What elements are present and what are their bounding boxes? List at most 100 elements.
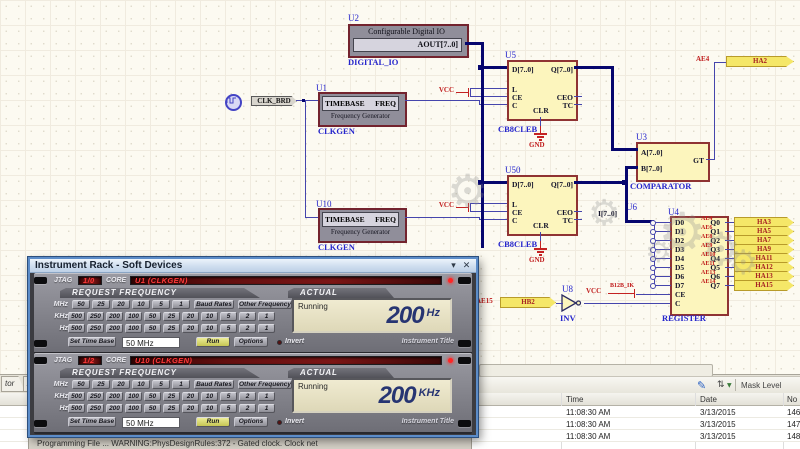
freq-button[interactable]: 25	[92, 380, 110, 389]
freq-button[interactable]: 1	[258, 324, 275, 333]
edit-pencil-icon[interactable]: ✎	[697, 379, 706, 392]
freq-button[interactable]: 50	[144, 392, 161, 401]
mask-level-label[interactable]: Mask Level	[741, 381, 781, 390]
invert-led[interactable]	[277, 420, 282, 425]
freq-button[interactable]: 50	[144, 324, 161, 333]
freq-button[interactable]: 20	[182, 324, 199, 333]
freq-button[interactable]: 5	[220, 404, 237, 413]
freq-button[interactable]: 20	[112, 300, 130, 309]
set-time-base-button[interactable]: Set Time Base	[68, 337, 116, 347]
vcc-label-u5: VCC	[428, 86, 454, 94]
freq-button[interactable]: 25	[92, 300, 110, 309]
freq-button[interactable]: 100	[125, 392, 142, 401]
freq-button[interactable]: 5	[152, 380, 170, 389]
window-titlebar[interactable]: Instrument Rack - Soft Devices	[30, 259, 476, 273]
freq-button[interactable]: 5	[220, 392, 237, 401]
freq-button[interactable]: Other Frequency	[238, 300, 292, 309]
freq-button[interactable]: 5	[152, 300, 170, 309]
invert-led[interactable]	[277, 340, 282, 345]
u8-ref-label: U8	[562, 284, 573, 294]
column-header[interactable]: No	[787, 395, 800, 405]
freq-button[interactable]: 25	[163, 392, 180, 401]
freq-button[interactable]: 5	[220, 324, 237, 333]
u3-block[interactable]: A[7..0] B[7..0] GT	[636, 142, 710, 182]
freq-button[interactable]: 25	[163, 324, 180, 333]
freq-button[interactable]: 1	[258, 312, 275, 321]
run-button[interactable]: Run	[196, 337, 230, 347]
u10-block[interactable]: TIMEBASE FREQ Frequency Generator	[318, 208, 407, 243]
freq-button[interactable]: 250	[87, 324, 104, 333]
u2-block[interactable]: Configurable Digital IO AOUT[7..0]	[348, 24, 469, 58]
ha2-port-flag[interactable]: HA2	[726, 56, 794, 67]
freq-button[interactable]: 200	[106, 312, 123, 321]
u4-q-net-label: AE9	[701, 243, 725, 250]
freq-button[interactable]: 500	[68, 404, 85, 413]
column-header[interactable]: Date	[700, 395, 760, 405]
filter-icon[interactable]: ▼	[727, 382, 732, 389]
u4-instance-label: REGISTER	[662, 313, 706, 323]
set-time-base-button[interactable]: Set Time Base	[68, 417, 116, 427]
freq-button[interactable]: 20	[112, 380, 130, 389]
freq-button[interactable]: 100	[125, 312, 142, 321]
freq-button[interactable]: 500	[68, 312, 85, 321]
sort-icon[interactable]: ⇅	[717, 380, 725, 390]
freq-button[interactable]: 250	[87, 392, 104, 401]
minimize-icon[interactable]: ▾	[447, 259, 460, 272]
freq-button[interactable]: Baud Rates	[194, 300, 234, 309]
freq-button[interactable]: 1	[172, 380, 190, 389]
freq-button[interactable]: 20	[182, 312, 199, 321]
freq-button[interactable]: 250	[87, 312, 104, 321]
freq-button[interactable]: Other Frequency	[238, 380, 292, 389]
freq-button[interactable]: 500	[68, 324, 85, 333]
freq-button[interactable]: 10	[201, 392, 218, 401]
freq-button[interactable]: 100	[125, 404, 142, 413]
timebase-field[interactable]: 50 MHz	[122, 337, 180, 348]
close-icon[interactable]: ✕	[460, 259, 473, 272]
freq-button[interactable]: 20	[182, 404, 199, 413]
freq-button[interactable]: 10	[201, 312, 218, 321]
options-button[interactable]: Options	[234, 337, 268, 347]
freq-button[interactable]: 2	[239, 392, 256, 401]
freq-button[interactable]: 2	[239, 324, 256, 333]
freq-button[interactable]: 1	[172, 300, 190, 309]
hb2-port-flag[interactable]: HB2	[500, 297, 556, 308]
freq-button[interactable]: 200	[106, 392, 123, 401]
freq-button[interactable]: 2	[239, 404, 256, 413]
run-button[interactable]: Run	[196, 417, 230, 427]
freq-button[interactable]: 25	[163, 312, 180, 321]
freq-button[interactable]: 25	[163, 404, 180, 413]
freq-button[interactable]: 200	[106, 404, 123, 413]
u5-block[interactable]: D[7..0] Q[7..0] L CE C CEO TC CLR	[507, 60, 578, 121]
wire-thin	[296, 100, 318, 101]
freq-button[interactable]: 100	[125, 324, 142, 333]
freq-button[interactable]: 10	[201, 324, 218, 333]
freq-button[interactable]: 1	[258, 404, 275, 413]
freq-button[interactable]: 10	[132, 300, 150, 309]
u50-block[interactable]: D[7..0] Q[7..0] L CE C CEO TC CLR	[507, 175, 578, 236]
freq-button[interactable]: 20	[182, 392, 199, 401]
inverter-gate-icon[interactable]	[561, 294, 583, 313]
freq-button[interactable]: 5	[220, 312, 237, 321]
freq-button[interactable]: 50	[72, 380, 90, 389]
clk-brd-port-flag[interactable]: CLK_BRD	[251, 96, 297, 106]
freq-button[interactable]: 10	[132, 380, 150, 389]
column-header[interactable]: Time	[566, 395, 626, 405]
u5-pin-clr: CLR	[533, 106, 549, 115]
freq-button[interactable]: 50	[72, 300, 90, 309]
timebase-field[interactable]: 50 MHz	[122, 417, 180, 428]
freq-button[interactable]: 10	[201, 404, 218, 413]
freq-button[interactable]: 500	[68, 392, 85, 401]
freq-button[interactable]: 250	[87, 404, 104, 413]
freq-button[interactable]: 200	[106, 324, 123, 333]
u4-q-net-label: AE6	[701, 225, 725, 232]
lcd-status-text: Running	[298, 302, 328, 311]
freq-button[interactable]: Baud Rates	[194, 380, 234, 389]
u1-pin-freq: FREQ	[375, 99, 396, 108]
options-button[interactable]: Options	[234, 417, 268, 427]
freq-button[interactable]: 1	[258, 392, 275, 401]
freq-button[interactable]: 50	[144, 404, 161, 413]
u1-block[interactable]: TIMEBASE FREQ Frequency Generator	[318, 92, 407, 127]
core-display: U10 (CLKGEN)	[130, 356, 442, 365]
freq-button[interactable]: 50	[144, 312, 161, 321]
freq-button[interactable]: 2	[239, 312, 256, 321]
